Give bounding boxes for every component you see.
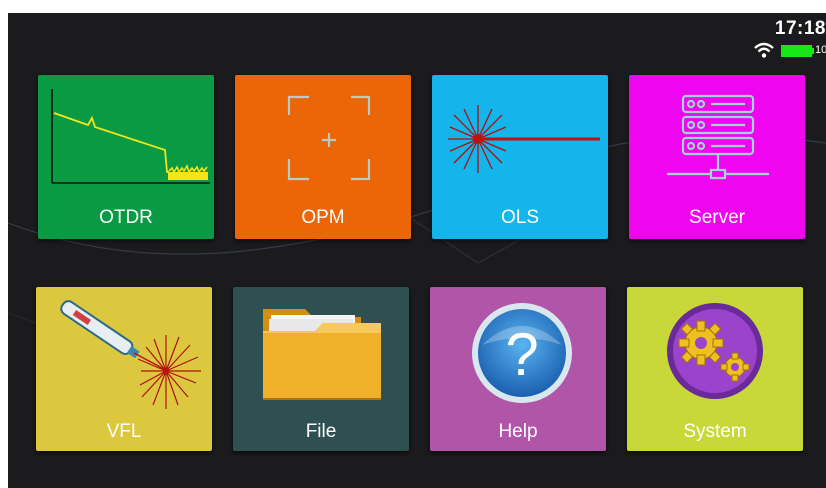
svg-text:?: ?: [505, 321, 538, 388]
battery-tip: [812, 48, 814, 54]
tile-label: Help: [498, 421, 538, 442]
home-screen: 17:18 100% OTDR: [8, 13, 826, 488]
status-bar: 17:18 100%: [726, 18, 826, 60]
battery-icon: [781, 45, 812, 57]
tile-system[interactable]: System: [627, 287, 803, 451]
clock: 17:18: [774, 18, 826, 39]
tile-label: OPM: [301, 207, 345, 228]
tile-vfl[interactable]: VFL: [36, 287, 212, 451]
laser-burst-icon: [448, 105, 600, 173]
tile-label: Server: [689, 207, 745, 228]
tile-server[interactable]: Server: [629, 75, 805, 239]
battery-percent: 100%: [815, 44, 826, 56]
server-rack-icon: [667, 94, 769, 180]
wifi-icon: [754, 42, 774, 58]
tile-label: OTDR: [99, 207, 153, 228]
tile-label: VFL: [106, 421, 142, 442]
opm-crosshair-icon: [287, 95, 371, 181]
tile-help[interactable]: ? Help: [430, 287, 606, 451]
tile-opm[interactable]: OPM: [235, 75, 411, 239]
tile-otdr[interactable]: OTDR: [38, 75, 214, 239]
tile-file[interactable]: File: [233, 287, 409, 451]
tile-label: OLS: [500, 207, 540, 228]
tile-label: System: [683, 421, 747, 442]
tile-label: File: [305, 421, 337, 442]
tile-ols[interactable]: OLS: [432, 75, 608, 239]
otdr-trace-icon: [51, 89, 210, 184]
